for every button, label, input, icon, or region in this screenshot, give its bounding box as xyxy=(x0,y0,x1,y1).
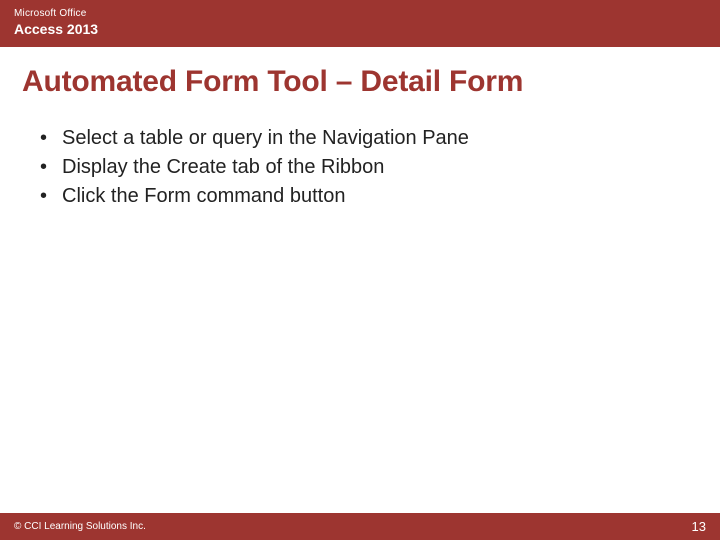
footer-copyright: © CCI Learning Solutions Inc. xyxy=(14,521,146,532)
slide: Microsoft Office Access 2013 Automated F… xyxy=(0,0,720,540)
list-item: Select a table or query in the Navigatio… xyxy=(40,125,698,152)
bullet-list: Select a table or query in the Navigatio… xyxy=(0,107,720,212)
footer-band: © CCI Learning Solutions Inc. 13 xyxy=(0,513,720,540)
header-band: Microsoft Office Access 2013 xyxy=(0,0,720,47)
header-product: Access 2013 xyxy=(14,21,706,37)
slide-title: Automated Form Tool – Detail Form xyxy=(0,47,720,107)
list-item: Display the Create tab of the Ribbon xyxy=(40,154,698,181)
list-item: Click the Form command button xyxy=(40,183,698,210)
page-number: 13 xyxy=(692,519,706,534)
header-brand: Microsoft Office xyxy=(14,8,706,20)
